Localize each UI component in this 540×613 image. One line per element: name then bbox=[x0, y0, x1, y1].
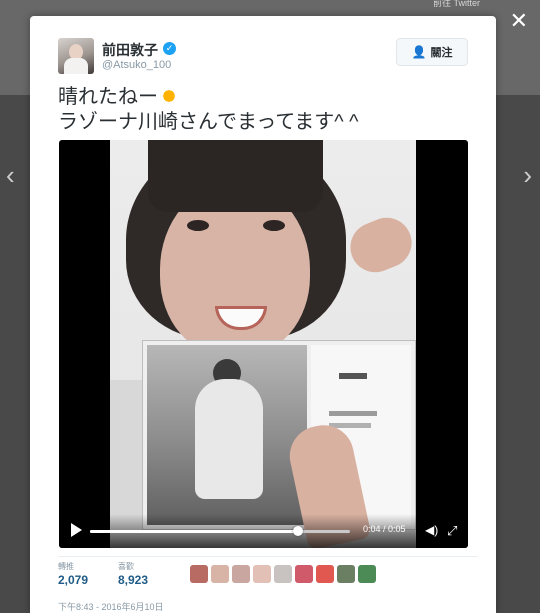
avatar-body bbox=[64, 58, 88, 74]
liker-avatar[interactable] bbox=[211, 565, 229, 583]
liker-avatar[interactable] bbox=[274, 565, 292, 583]
user-name[interactable]: 前田敦子 bbox=[102, 40, 158, 60]
likes-label: 喜歡 bbox=[118, 562, 134, 571]
progress-track[interactable] bbox=[90, 526, 350, 536]
bangs bbox=[148, 140, 323, 212]
add-user-icon: 👤 bbox=[411, 45, 427, 59]
stats-row: 轉推 2,079 喜歡 8,923 bbox=[58, 556, 478, 593]
retweets-label: 轉推 bbox=[58, 562, 74, 571]
progress-knob[interactable] bbox=[293, 526, 303, 536]
tweet-text: 晴れたねー ラゾーナ川崎さんでまってます^ ^ bbox=[58, 84, 478, 135]
retweets-stat[interactable]: 轉推 2,079 bbox=[58, 561, 88, 587]
chevron-left-icon[interactable]: ‹ bbox=[6, 162, 15, 188]
video-player[interactable]: 0:04 / 0:05 ◀) ⤢ bbox=[59, 140, 468, 548]
photo-book bbox=[142, 340, 416, 530]
timestamp[interactable]: 下午8:43 - 2016年6月10日 bbox=[58, 600, 164, 613]
tweet-line-1-text: 晴れたねー bbox=[58, 86, 158, 108]
book-text-mark bbox=[329, 411, 377, 416]
progress-fill bbox=[90, 530, 298, 533]
liker-avatar[interactable] bbox=[190, 565, 208, 583]
time-readout: 0:04 / 0:05 bbox=[363, 524, 406, 534]
tweet-line-2: ラゾーナ川崎さんでまってます^ ^ bbox=[58, 111, 359, 133]
user-handle[interactable]: @Atsuko_100 bbox=[102, 59, 171, 71]
tweet-line-1: 晴れたねー bbox=[58, 84, 478, 110]
volume-icon[interactable]: ◀) bbox=[425, 523, 438, 537]
liker-avatar[interactable] bbox=[232, 565, 250, 583]
liker-avatars bbox=[190, 565, 376, 583]
follow-button[interactable]: 👤 關注 bbox=[396, 38, 468, 66]
likes-stat[interactable]: 喜歡 8,923 bbox=[118, 561, 148, 587]
liker-avatar[interactable] bbox=[316, 565, 334, 583]
chevron-right-icon[interactable]: › bbox=[523, 162, 532, 188]
book-title-mark bbox=[339, 373, 367, 379]
video-controls: 0:04 / 0:05 ◀) ⤢ bbox=[59, 514, 468, 548]
book-photo bbox=[147, 345, 307, 525]
liker-avatar[interactable] bbox=[337, 565, 355, 583]
twitter-link[interactable]: 前往 Twitter bbox=[433, 0, 480, 9]
video-frame bbox=[110, 140, 416, 548]
liker-avatar[interactable] bbox=[295, 565, 313, 583]
close-icon[interactable]: ✕ bbox=[510, 10, 528, 32]
fullscreen-icon[interactable]: ⤢ bbox=[447, 523, 461, 538]
left-eye bbox=[187, 220, 209, 231]
avatar[interactable] bbox=[58, 38, 94, 74]
play-icon[interactable] bbox=[71, 523, 82, 537]
book-photo-person bbox=[195, 379, 263, 499]
sun-icon bbox=[157, 84, 181, 108]
raised-hand bbox=[342, 210, 416, 280]
verified-icon: ✓ bbox=[163, 42, 176, 55]
follow-button-label: 關注 bbox=[430, 47, 453, 59]
right-eye bbox=[263, 220, 285, 231]
tweet-card: 前田敦子 ✓ @Atsuko_100 👤 關注 晴れたねー ラゾーナ川崎さんでま… bbox=[30, 16, 496, 613]
likes-count: 8,923 bbox=[118, 573, 149, 587]
retweets-count: 2,079 bbox=[58, 573, 89, 587]
liker-avatar[interactable] bbox=[253, 565, 271, 583]
liker-avatar[interactable] bbox=[358, 565, 376, 583]
